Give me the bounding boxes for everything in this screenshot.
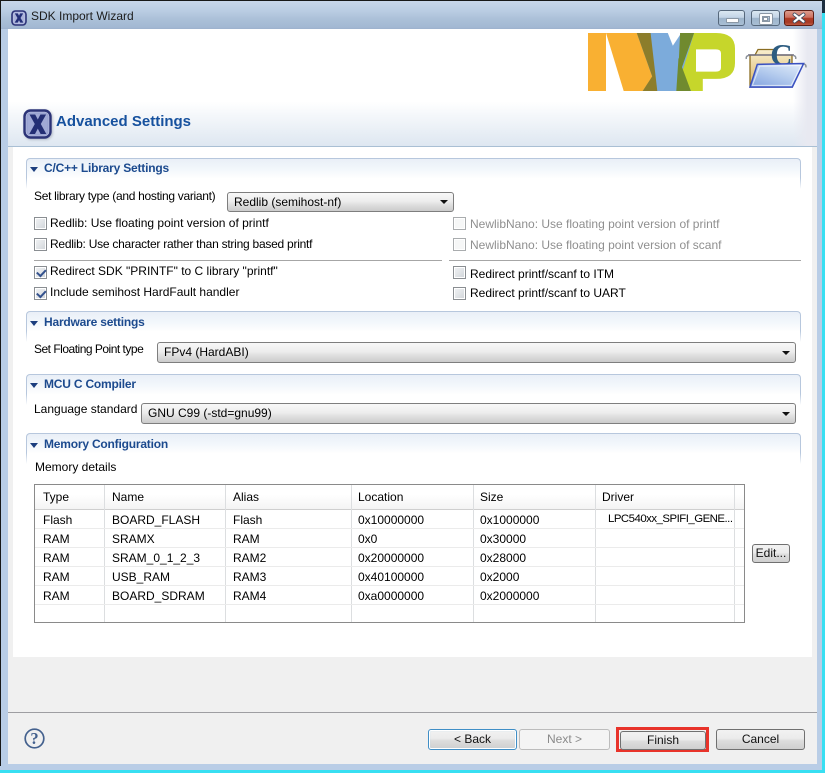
svg-text:?: ? (30, 729, 38, 748)
